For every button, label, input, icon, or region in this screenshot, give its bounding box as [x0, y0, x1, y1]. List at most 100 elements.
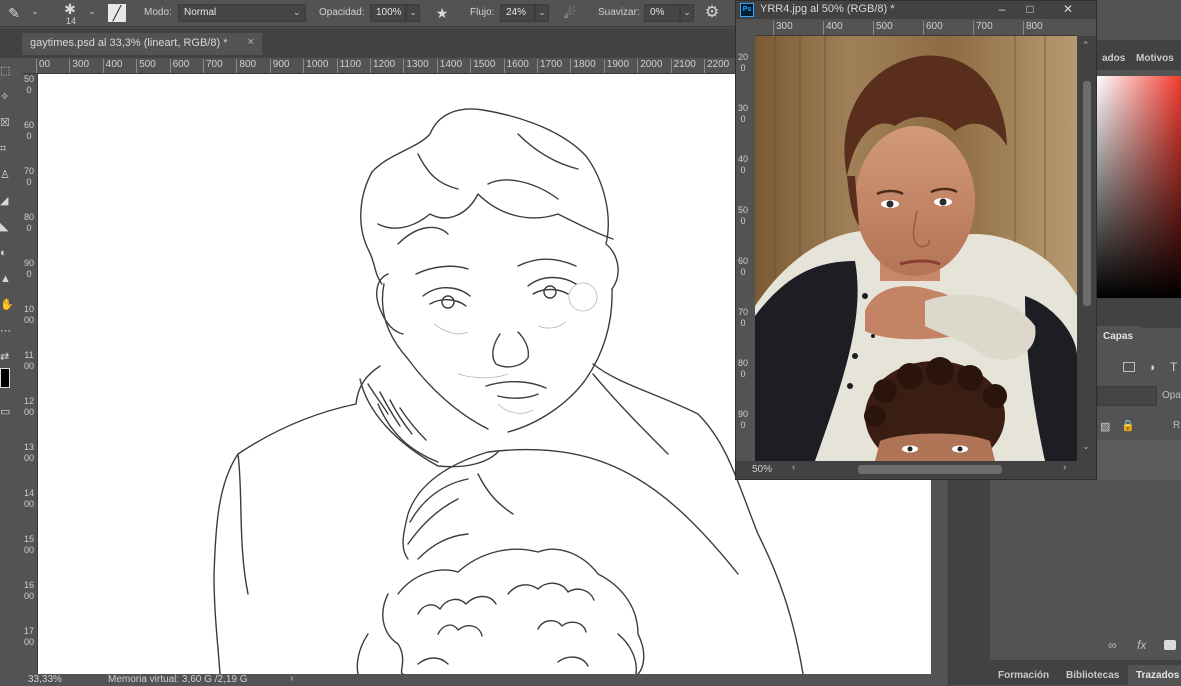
- path-select-tool-icon[interactable]: ▲: [0, 270, 14, 288]
- reference-photo: [755, 36, 1077, 461]
- reference-ruler-left-tick: 700: [738, 307, 749, 328]
- brush-icon[interactable]: ✎: [4, 4, 24, 22]
- flow-dropdown-caret[interactable]: ⌄: [535, 4, 549, 22]
- scroll-left-icon[interactable]: ‹: [792, 462, 795, 473]
- reference-ruler-left-tick: 300: [738, 103, 749, 124]
- smoothing-label: Suavizar:: [598, 7, 640, 18]
- window-title-bar[interactable]: Ps YRR4.jpg al 50% (RGB/8) * – □ ✕: [736, 1, 1096, 19]
- tab-motivos[interactable]: Motivos: [1128, 48, 1181, 69]
- lock-pixels-icon[interactable]: ▨: [1100, 420, 1110, 433]
- add-mask-icon[interactable]: [1164, 640, 1176, 650]
- ruler-top-tick: 800: [236, 59, 256, 73]
- tab-formacion[interactable]: Formación: [990, 665, 1057, 686]
- reference-ruler-top-tick: 700: [973, 21, 993, 35]
- screen-mode-icon[interactable]: ▭: [0, 403, 14, 421]
- zoom-readout[interactable]: 33,33%: [28, 674, 62, 685]
- color-picker-field[interactable]: [1097, 76, 1181, 298]
- adjustment-filter-icon[interactable]: ◑: [1148, 360, 1155, 374]
- chevron-right-icon[interactable]: ›: [290, 673, 293, 684]
- lock-icon[interactable]: 🔒: [1121, 419, 1135, 432]
- ruler-top-tick: 400: [102, 59, 122, 73]
- ruler-top-tick: 2100: [670, 59, 696, 73]
- reference-status-bar: 50% ‹ ›: [736, 461, 1096, 479]
- layer-row[interactable]: [1097, 440, 1181, 480]
- reference-image-window[interactable]: Ps YRR4.jpg al 50% (RGB/8) * – □ ✕ 300 40…: [735, 0, 1097, 480]
- ruler-top-tick: 900: [269, 59, 289, 73]
- scroll-down-icon[interactable]: ⌄: [1082, 441, 1090, 452]
- image-filter-icon[interactable]: [1123, 362, 1135, 372]
- tools-panel: ⬚ ✧ ☒ ⌗ ♙ ◢ ◣ ◐ ▲ ✋ ⋯ ⇄ ▭: [0, 58, 14, 685]
- quick-select-tool-icon[interactable]: ✧: [0, 88, 14, 106]
- reference-ruler-top-tick: 600: [923, 21, 943, 35]
- opacity-dropdown-caret[interactable]: ⌄: [406, 4, 420, 22]
- reference-ruler-left-tick: 600: [738, 256, 749, 277]
- tab-capas[interactable]: Capas: [1095, 326, 1142, 347]
- tab-trazados[interactable]: Trazados: [1128, 665, 1181, 686]
- toggle-panel-icon[interactable]: ╱: [108, 4, 126, 22]
- pressure-opacity-icon[interactable]: ★: [432, 4, 452, 22]
- foreground-color-swatch[interactable]: [0, 368, 10, 388]
- reference-zoom-readout[interactable]: 50%: [752, 464, 772, 475]
- crop-tool-icon[interactable]: ☒: [0, 114, 14, 132]
- minimize-icon[interactable]: –: [990, 1, 1014, 19]
- photoshop-logo-icon: Ps: [740, 3, 754, 17]
- ruler-left-tick: 1300: [24, 442, 35, 463]
- dodge-tool-icon[interactable]: ◐: [0, 244, 14, 262]
- ruler-left-tick: 600: [24, 120, 35, 141]
- eraser-tool-icon[interactable]: ◢: [0, 192, 14, 210]
- reference-ruler-left-tick: 800: [738, 358, 749, 379]
- status-bar: 33,33% Memoria virtual: 3,60 G /2,19 G ›: [22, 673, 935, 685]
- layer-fx-icon[interactable]: fx: [1137, 638, 1146, 652]
- opacity-input[interactable]: 100%: [370, 4, 406, 22]
- ruler-left-tick: 700: [24, 166, 35, 187]
- ruler-top-tick: 2200: [704, 59, 729, 73]
- settings-gear-icon[interactable]: ⚙: [702, 4, 722, 22]
- stamp-tool-icon[interactable]: ♙: [0, 166, 14, 184]
- blend-mode-select[interactable]: [1097, 386, 1157, 406]
- more-tools-icon[interactable]: ⋯: [0, 322, 14, 340]
- marquee-tool-icon[interactable]: ⬚: [0, 62, 14, 80]
- mode-select[interactable]: Normal: [178, 4, 306, 22]
- reference-ruler-left-tick: 500: [738, 205, 749, 226]
- hand-tool-icon[interactable]: ✋: [0, 296, 14, 314]
- window-title: YRR4.jpg al 50% (RGB/8) *: [760, 3, 895, 15]
- scroll-up-icon[interactable]: ⌃: [1082, 40, 1090, 51]
- ruler-top-tick: 1400: [436, 59, 462, 73]
- ruler-top-tick: 600: [169, 59, 189, 73]
- smoothing-input[interactable]: 0%: [644, 4, 680, 22]
- ruler-top-tick: 1700: [537, 59, 562, 73]
- scroll-thumb[interactable]: [1083, 81, 1091, 306]
- document-tab[interactable]: gaytimes.psd al 33,3% (lineart, RGB/8) *…: [22, 33, 262, 55]
- options-bar: ✎ ⌄ ✱ 14 ⌄ ╱ Modo: Normal ⌄ Opacidad: 10…: [0, 0, 735, 27]
- close-window-icon[interactable]: ✕: [1056, 1, 1080, 19]
- vertical-scrollbar[interactable]: ⌃ ⌄: [1077, 36, 1096, 461]
- tab-bibliotecas[interactable]: Bibliotecas: [1058, 665, 1127, 686]
- ruler-top-tick: 1600: [503, 59, 529, 73]
- reference-ruler-left-tick: 200: [738, 52, 749, 73]
- maximize-icon[interactable]: □: [1018, 1, 1042, 19]
- brush-dropdown-caret[interactable]: ⌄: [28, 4, 42, 22]
- ruler-top-tick: 2000: [637, 59, 662, 73]
- ruler-top-tick: 700: [203, 59, 223, 73]
- link-layers-icon[interactable]: ∞: [1108, 638, 1117, 652]
- smoothing-dropdown-caret[interactable]: ⌄: [680, 4, 694, 22]
- ruler-top-tick: 1200: [370, 59, 395, 73]
- reference-ruler-top-tick: 800: [1023, 21, 1043, 35]
- swap-colors-icon[interactable]: ⇄: [0, 348, 14, 366]
- horizontal-scroll-thumb[interactable]: [858, 465, 1002, 474]
- ruler-top-tick: 500: [136, 59, 156, 73]
- type-filter-icon[interactable]: T: [1170, 360, 1177, 374]
- fill-tool-icon[interactable]: ◣: [0, 218, 14, 236]
- ruler-top-tick: 300: [69, 59, 89, 73]
- scroll-right-icon[interactable]: ›: [1063, 462, 1066, 473]
- chevron-down-icon: ⌄: [293, 7, 301, 17]
- ruler-left-tick: 1000: [24, 304, 35, 325]
- reference-ruler-left-tick: 900: [738, 409, 749, 430]
- ruler-top-tick: 1900: [603, 59, 629, 73]
- ruler-top-tick: 1100: [336, 59, 361, 73]
- brush-size-caret[interactable]: ⌄: [85, 4, 99, 22]
- close-icon[interactable]: ×: [248, 36, 254, 48]
- airbrush-icon[interactable]: ☄: [560, 4, 580, 22]
- frame-tool-icon[interactable]: ⌗: [0, 140, 14, 158]
- flow-input[interactable]: 24%: [500, 4, 535, 22]
